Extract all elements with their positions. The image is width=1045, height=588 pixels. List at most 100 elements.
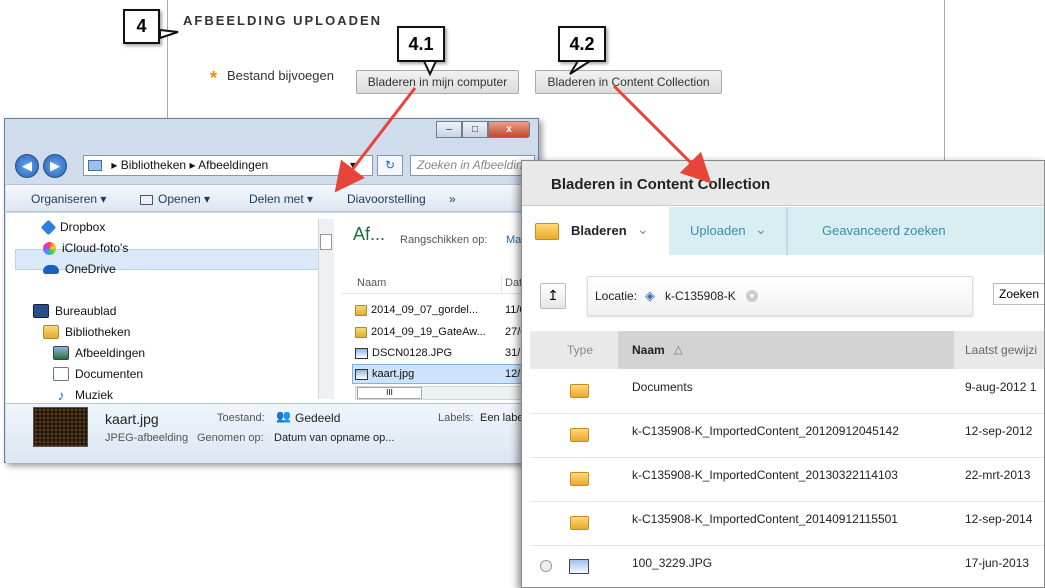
browse-computer-button[interactable]: Bladeren in mijn computer	[356, 70, 519, 94]
back-arrow-icon[interactable]: ◀	[15, 154, 39, 178]
location-label: Locatie:	[595, 289, 638, 303]
chevron-down-icon[interactable]: ⌄	[637, 221, 649, 238]
step-callout-4: 4	[123, 9, 160, 44]
location-bar: Locatie: ◈ k-C135908-K ▾	[587, 276, 973, 316]
nav-item-icloud-photos[interactable]: iCloud-foto's	[43, 238, 343, 258]
breadcrumb-pictures[interactable]: Afbeeldingen	[198, 158, 268, 172]
open-icon	[140, 194, 153, 205]
breadcrumb-separator-icon: ▸	[111, 158, 121, 172]
organize-button[interactable]: Organiseren ▾	[31, 192, 106, 206]
detail-taken-value: Datum van opname op...	[274, 432, 395, 444]
arrange-by-value[interactable]: Ma	[506, 234, 521, 246]
browse-content-collection-button[interactable]: Bladeren in Content Collection	[535, 70, 722, 94]
row-divider	[530, 457, 1044, 458]
desktop-icon	[33, 304, 49, 318]
step-callout-4-1: 4.1	[397, 26, 445, 62]
row-name[interactable]: k-C135908-K_ImportedContent_201303221141…	[632, 468, 898, 482]
chevron-down-icon[interactable]: ⌄	[755, 221, 767, 238]
column-name[interactable]: Naam	[357, 277, 386, 289]
search-button[interactable]: Zoeken	[993, 283, 1044, 305]
onedrive-icon	[43, 264, 59, 274]
dropdown-arrow-icon[interactable]: ▾	[350, 156, 356, 175]
libraries-icon	[43, 325, 59, 339]
location-dropdown-icon[interactable]: ▾	[746, 290, 758, 302]
folder-icon	[570, 472, 589, 486]
file-row-selected[interactable]: kaart.jpg	[355, 365, 525, 383]
file-row[interactable]: 2014_09_19_GateAw...	[355, 323, 525, 341]
attach-file-label: Bestand bijvoegen	[227, 68, 334, 83]
library-pane-title: Af...	[353, 224, 386, 244]
dropbox-icon	[40, 219, 57, 235]
tab-browse[interactable]: Bladeren	[571, 223, 627, 238]
nav-item-libraries[interactable]: Bibliotheken	[43, 322, 343, 342]
parent-folder-up-icon[interactable]: ↥	[540, 283, 566, 309]
row-divider	[530, 413, 1044, 414]
share-with-button[interactable]: Delen met ▾	[249, 192, 313, 206]
address-bar[interactable]: ▸ Bibliotheken ▸ Afbeeldingen ▾	[83, 155, 373, 176]
required-star-icon: *	[210, 68, 218, 88]
icloud-photos-icon	[43, 241, 56, 255]
location-value[interactable]: k-C135908-K	[665, 289, 736, 303]
slideshow-button[interactable]: Diavoorstelling	[347, 192, 426, 206]
file-row[interactable]: DSCN0128.JPG	[355, 344, 525, 362]
folder-icon	[570, 516, 589, 530]
dialog-title: Bladeren in Content Collection	[551, 176, 771, 193]
detail-state-value: Gedeeld	[295, 411, 341, 425]
file-row[interactable]: 2014_09_07_gordel...	[355, 301, 525, 319]
search-input[interactable]: Zoeken in Afbeeldingen	[410, 155, 535, 176]
folder-icon	[355, 326, 367, 338]
detail-labels-value: Een labe	[480, 412, 524, 424]
row-name[interactable]: 100_3229.JPG	[632, 556, 712, 570]
shared-users-icon: 👥	[276, 409, 291, 423]
nav-item-onedrive[interactable]: OneDrive	[43, 259, 343, 279]
upload-section-title: AFBEELDING UPLOADEN	[183, 13, 383, 28]
close-button[interactable]: x	[488, 121, 530, 138]
nav-item-pictures[interactable]: Afbeeldingen	[53, 343, 353, 363]
globe-icon: ◈	[645, 288, 655, 303]
more-chevron-icon[interactable]: »	[449, 192, 456, 206]
minimize-button[interactable]: –	[436, 121, 462, 138]
forward-arrow-icon[interactable]: ▶	[43, 154, 67, 178]
column-type[interactable]: Type	[567, 343, 593, 357]
refresh-icon[interactable]: ↻	[377, 155, 403, 176]
image-file-icon	[355, 347, 368, 359]
step-callout-4-2: 4.2	[558, 26, 606, 62]
image-file-icon	[569, 559, 589, 574]
detail-filetype: JPEG-afbeelding	[105, 432, 189, 444]
row-name[interactable]: Documents	[632, 380, 693, 394]
row-name[interactable]: k-C135908-K_ImportedContent_201209120451…	[632, 424, 899, 438]
folder-icon	[570, 428, 589, 442]
detail-labels-label: Labels:	[438, 412, 474, 424]
nav-item-desktop[interactable]: Bureaublad	[33, 301, 333, 321]
detail-state-label: Toestand:	[217, 412, 265, 424]
column-name[interactable]: Naam	[632, 343, 665, 357]
open-button[interactable]: Openen ▾	[140, 192, 210, 206]
maximize-button[interactable]: □	[462, 121, 488, 138]
column-last-modified[interactable]: Laatst gewijzi	[965, 343, 1037, 357]
content-collection-window: Bladeren in Content Collection Bladeren …	[521, 160, 1045, 588]
tab-advanced-search[interactable]: Geavanceerd zoeken	[822, 223, 946, 238]
nav-item-music[interactable]: ♪ Muziek	[53, 385, 353, 405]
folder-icon	[355, 304, 367, 316]
breadcrumb-separator-icon: ▸	[189, 158, 199, 172]
breadcrumb-libraries[interactable]: Bibliotheken	[121, 158, 186, 172]
horizontal-scroll-thumb[interactable]: III	[357, 387, 422, 399]
file-column-header: Naam Dat	[342, 274, 539, 294]
image-file-icon	[355, 368, 368, 380]
nav-scroll-thumb[interactable]	[320, 234, 332, 250]
tab-divider	[786, 207, 788, 255]
row-divider	[530, 501, 1044, 502]
row-date: 22-mrt-2013	[965, 468, 1031, 482]
window-controls: – □ x	[436, 121, 530, 139]
row-name[interactable]: k-C135908-K_ImportedContent_201409121155…	[632, 512, 898, 526]
music-icon: ♪	[57, 387, 65, 403]
select-radio[interactable]	[540, 560, 552, 572]
nav-item-dropbox[interactable]: Dropbox	[40, 217, 343, 237]
image-thumbnail	[33, 407, 88, 447]
detail-filename: kaart.jpg	[105, 411, 159, 427]
explorer-toolbar: Organiseren ▾ Openen ▾ Delen met ▾ Diavo…	[6, 184, 539, 212]
tab-upload[interactable]: Uploaden	[690, 223, 746, 238]
nav-item-documents[interactable]: Documenten	[53, 364, 353, 384]
file-explorer-window: – □ x ◀ ▶ ▸ Bibliotheken ▸ Afbeeldingen …	[4, 118, 539, 463]
column-date[interactable]: Dat	[505, 277, 522, 289]
